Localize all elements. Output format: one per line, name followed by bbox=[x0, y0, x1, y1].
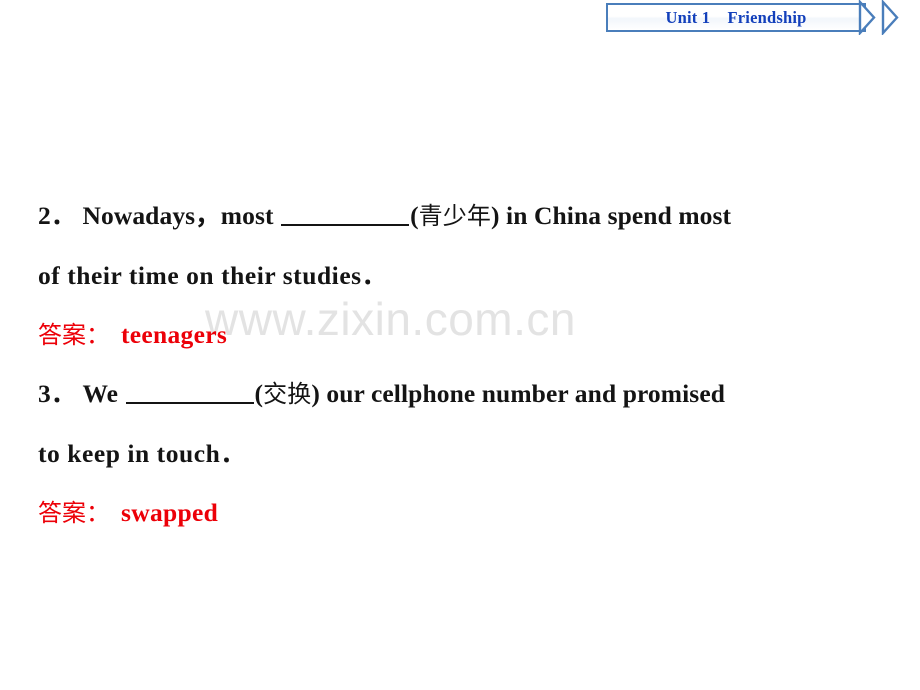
question-text-part-1: Nowadays，most bbox=[82, 201, 281, 230]
exercise-item: 2． Nowadays，most (青少年) in China spend mos… bbox=[38, 186, 883, 364]
question-text-part-1: We bbox=[82, 379, 125, 408]
paren-open: ( bbox=[254, 379, 264, 408]
answer-line: 答案： teenagers bbox=[38, 306, 883, 364]
exercise-content: 2． Nowadays，most (青少年) in China spend mos… bbox=[38, 186, 883, 542]
chinese-hint: 青少年 bbox=[418, 202, 491, 230]
answer-label: 答案： bbox=[38, 499, 110, 527]
question-line: 2． Nowadays，most (青少年) in China spend mos… bbox=[38, 186, 883, 246]
chevron-right-icon-secondary bbox=[881, 0, 915, 35]
answer-label: 答案： bbox=[38, 321, 110, 349]
unit-header-banner: Unit 1 Friendship bbox=[606, 3, 866, 32]
slide-canvas: Unit 1 Friendship www.zixin.com.cn 2． Now… bbox=[0, 0, 920, 690]
question-text-part-2: ) our cellphone number and promised bbox=[311, 379, 726, 408]
unit-banner-title: Unit 1 Friendship bbox=[665, 8, 807, 27]
question-text-part-2: ) in China spend most bbox=[490, 201, 732, 230]
chinese-hint: 交换 bbox=[263, 380, 312, 408]
answer-blank[interactable] bbox=[125, 382, 254, 404]
question-line: 3． We (交换) our cellphone number and promi… bbox=[38, 364, 883, 424]
question-text-part-3: of their time on their studies． bbox=[38, 261, 388, 290]
question-line-continued: of their time on their studies． bbox=[38, 246, 883, 306]
exercise-item: 3． We (交换) our cellphone number and promi… bbox=[38, 364, 883, 542]
answer-value: swapped bbox=[121, 498, 219, 527]
question-text-part-3: to keep in touch． bbox=[38, 439, 247, 468]
question-number: 2． bbox=[38, 201, 77, 230]
question-number: 3． bbox=[38, 379, 77, 408]
answer-value: teenagers bbox=[121, 320, 228, 349]
paren-open: ( bbox=[410, 201, 419, 230]
question-line-continued: to keep in touch． bbox=[38, 424, 883, 484]
answer-blank[interactable] bbox=[281, 204, 410, 226]
answer-line: 答案： swapped bbox=[38, 484, 883, 542]
